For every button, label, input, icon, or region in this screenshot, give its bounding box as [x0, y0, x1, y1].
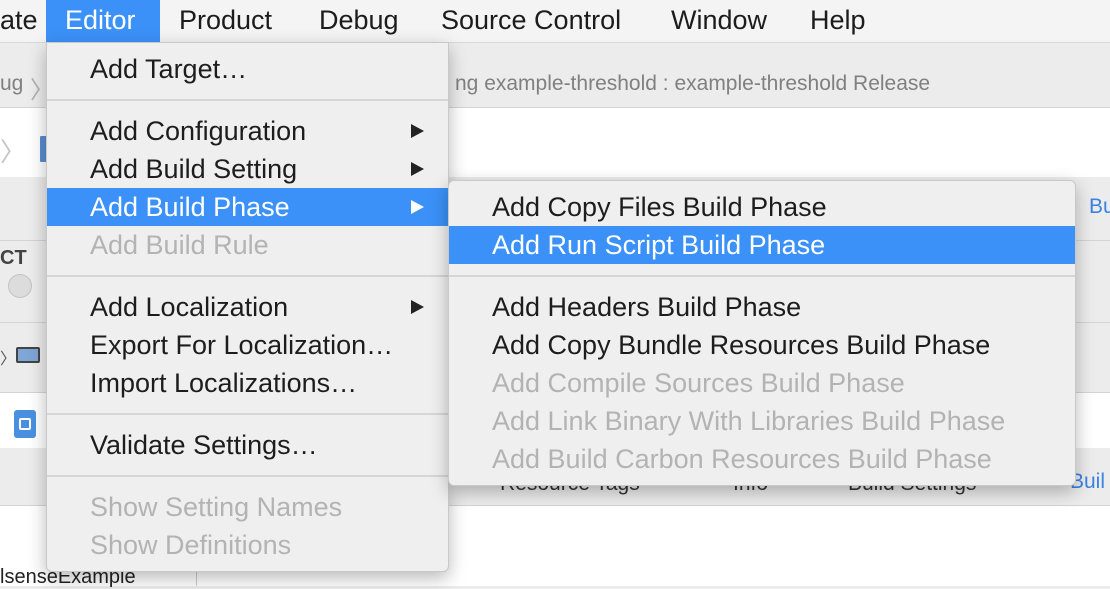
add-build-phase-label: Add Build Phase — [90, 192, 290, 222]
chevron-right-small-icon[interactable]: 〉 — [0, 345, 16, 369]
menu-item-add-copy-files-phase[interactable]: Add Copy Files Build Phase — [449, 188, 1075, 226]
menu-separator — [47, 475, 448, 477]
circle-icon — [8, 274, 32, 298]
menu-item-import-localizations[interactable]: Import Localizations… — [47, 364, 448, 402]
menu-item-add-headers-phase[interactable]: Add Headers Build Phase — [449, 288, 1075, 326]
project-header: CT — [0, 247, 27, 269]
menu-help[interactable]: Help — [791, 0, 885, 42]
menu-separator — [47, 413, 448, 415]
app-file-icon — [14, 410, 36, 438]
menu-bar: ate Editor Product Debug Source Control … — [0, 0, 1110, 43]
add-build-rule-label: Add Build Rule — [90, 230, 269, 260]
menu-item-add-build-carbon-resources-phase: Add Build Carbon Resources Build Phase — [449, 440, 1075, 478]
menu-item-show-setting-names: Show Setting Names — [47, 488, 448, 526]
menu-editor[interactable]: Editor — [46, 0, 160, 42]
submenu-arrow-icon — [411, 124, 424, 138]
copy-files-label: Add Copy Files Build Phase — [492, 192, 827, 222]
menu-item-add-build-phase[interactable]: Add Build Phase — [47, 188, 448, 226]
menu-source-control[interactable]: Source Control — [422, 0, 640, 42]
menu-separator — [449, 275, 1075, 277]
run-script-label: Add Run Script Build Phase — [492, 230, 826, 260]
add-localization-label: Add Localization — [90, 292, 289, 322]
build-carbon-resources-label: Add Build Carbon Resources Build Phase — [492, 444, 992, 474]
menu-item-add-build-rule: Add Build Rule — [47, 226, 448, 264]
menu-item-add-localization[interactable]: Add Localization — [47, 288, 448, 326]
validate-settings-label: Validate Settings… — [90, 430, 318, 460]
import-localizations-label: Import Localizations… — [90, 368, 358, 398]
menu-item-add-target[interactable]: Add Target… — [47, 50, 448, 88]
link-binary-label: Add Link Binary With Libraries Build Pha… — [492, 406, 1006, 436]
compile-sources-label: Add Compile Sources Build Phase — [492, 368, 905, 398]
editor-menu: Add Target… Add Configuration Add Build … — [46, 42, 449, 572]
submenu-arrow-icon — [411, 200, 424, 214]
menu-product[interactable]: Product — [160, 0, 291, 42]
menu-separator — [47, 99, 448, 101]
menu-item-add-build-setting[interactable]: Add Build Setting — [47, 150, 448, 188]
menu-item-add-configuration[interactable]: Add Configuration — [47, 112, 448, 150]
build-link[interactable]: Bu — [1089, 195, 1110, 219]
breadcrumb-left[interactable]: ug — [0, 72, 23, 96]
menu-item-add-copy-bundle-resources-phase[interactable]: Add Copy Bundle Resources Build Phase — [449, 326, 1075, 364]
activity-status: ng example-threshold : example-threshold… — [455, 72, 931, 95]
nav-forward-icon[interactable]: 〉 — [0, 132, 26, 169]
menu-item-validate-settings[interactable]: Validate Settings… — [47, 426, 448, 464]
headers-label: Add Headers Build Phase — [492, 292, 802, 322]
macbook-icon — [16, 347, 40, 363]
add-build-setting-label: Add Build Setting — [90, 154, 298, 184]
menu-separator — [47, 275, 448, 277]
show-setting-names-label: Show Setting Names — [90, 492, 343, 522]
copy-bundle-resources-label: Add Copy Bundle Resources Build Phase — [492, 330, 991, 360]
submenu-arrow-icon — [411, 300, 424, 314]
menu-debug[interactable]: Debug — [300, 0, 418, 42]
menu-item-show-definitions: Show Definitions — [47, 526, 448, 564]
menu-item-add-run-script-phase[interactable]: Add Run Script Build Phase — [449, 226, 1075, 264]
menu-item-add-link-binary-phase: Add Link Binary With Libraries Build Pha… — [449, 402, 1075, 440]
menu-window[interactable]: Window — [652, 0, 786, 42]
export-localization-label: Export For Localization… — [90, 330, 394, 360]
menu-item-add-compile-sources-phase: Add Compile Sources Build Phase — [449, 364, 1075, 402]
build-phase-submenu: Add Copy Files Build Phase Add Run Scrip… — [448, 180, 1076, 486]
add-configuration-label: Add Configuration — [90, 116, 307, 146]
submenu-arrow-icon — [411, 162, 424, 176]
add-target-label: Add Target… — [90, 54, 248, 84]
show-definitions-label: Show Definitions — [90, 530, 292, 560]
menu-item-export-localization[interactable]: Export For Localization… — [47, 326, 448, 364]
